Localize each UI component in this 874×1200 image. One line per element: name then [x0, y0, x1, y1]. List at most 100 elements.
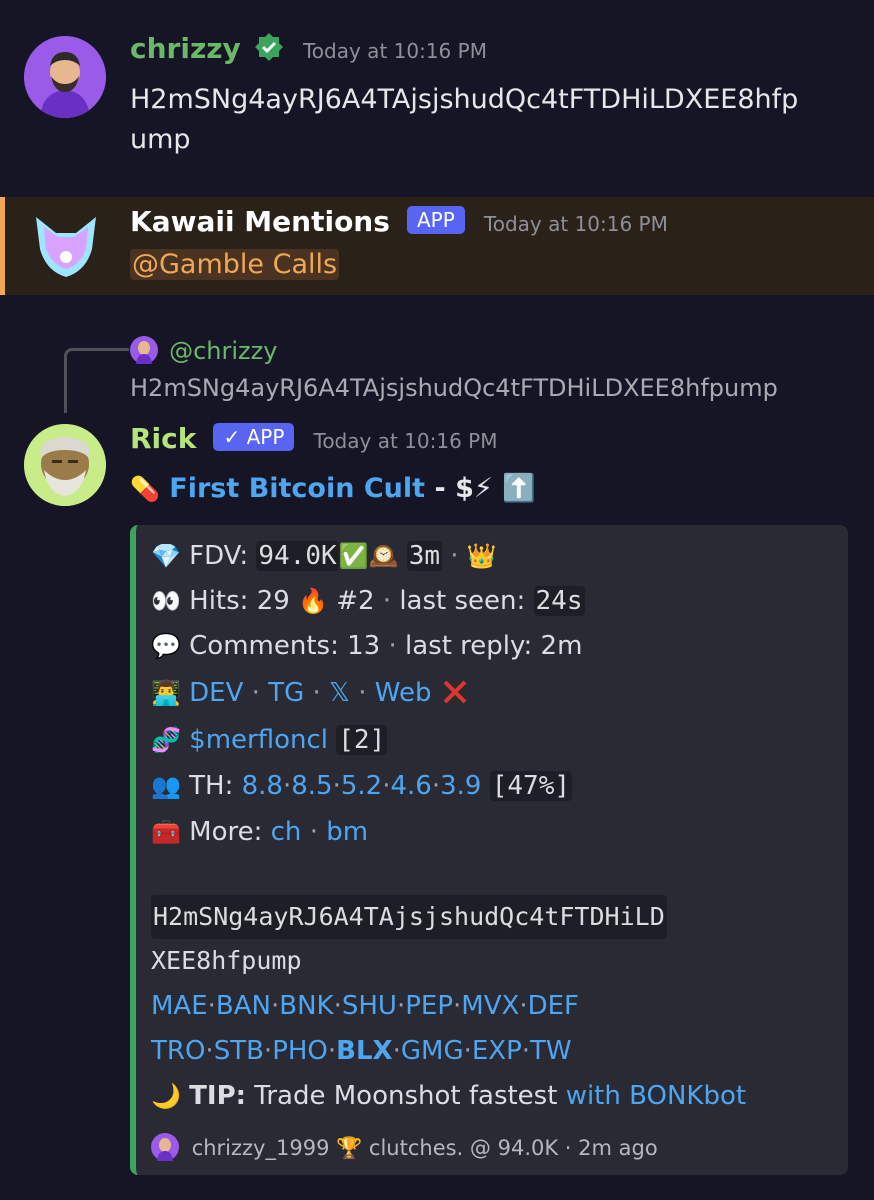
fdv-label: FDV:	[189, 541, 257, 571]
tip-line: 🌙 TIP: Trade Moonshot fastest with BONKb…	[151, 1081, 746, 1111]
th-value[interactable]: 8.8	[242, 771, 283, 801]
moon-icon: 🌙	[151, 1082, 181, 1110]
th-value[interactable]: 8.5	[291, 771, 332, 801]
pill-icon: 💊	[130, 475, 160, 503]
dna-icon: 🧬	[151, 726, 181, 754]
last-seen-label: last seen:	[399, 586, 534, 616]
last-reply: last reply: 2m	[405, 631, 583, 661]
app-badge: APP	[407, 206, 465, 234]
comments-count: Comments: 13	[189, 631, 381, 661]
more-link-ch[interactable]: ch	[271, 817, 302, 847]
bot-link[interactable]: MVX	[461, 991, 519, 1021]
bot-link[interactable]: SHU	[342, 991, 397, 1021]
bots-row-1: MAE·BAN·BNK·SHU·PEP·MVX·DEF	[151, 991, 579, 1021]
dev-link[interactable]: DEV	[189, 678, 243, 708]
separator: ·	[312, 678, 321, 708]
tip-link[interactable]: with BONKbot	[566, 1081, 746, 1111]
reply-avatar[interactable]	[130, 336, 158, 364]
separator: ·	[263, 1036, 273, 1066]
message-text-line: ump	[130, 124, 191, 155]
hits-line: 👀 Hits: 29 🔥 #2 · last seen: 24s	[151, 586, 585, 616]
kawaii-username[interactable]: Kawaii Mentions	[130, 205, 390, 238]
clock-icon: 🕰️	[368, 542, 399, 570]
role-mention[interactable]: @Gamble Calls	[130, 249, 340, 280]
separator: ·	[388, 631, 397, 661]
bot-link[interactable]: EXP	[472, 1036, 522, 1066]
comments-line: 💬 Comments: 13 · last reply: 2m	[151, 631, 582, 661]
kawaii-timestamp: Today at 10:16 PM	[483, 212, 668, 236]
user-avatar-icon	[24, 36, 106, 118]
contract-address[interactable]: H2mSNg4ayRJ6A4TAjsjshudQc4tFTDHiLD XEE8h…	[151, 895, 667, 983]
chrizzy-avatar[interactable]	[24, 36, 106, 118]
th-percent: [47%]	[489, 771, 573, 801]
th-label: TH:	[189, 771, 242, 801]
footer-avatar	[151, 1133, 179, 1161]
kawaii-avatar[interactable]	[30, 209, 102, 281]
separator: ·	[327, 1036, 337, 1066]
separator: ·	[251, 678, 260, 708]
separator: ·	[521, 1036, 531, 1066]
x-link[interactable]: 𝕏	[329, 678, 350, 708]
developer-icon: 👨‍💻	[151, 679, 181, 707]
reply-username[interactable]: @chrizzy	[169, 337, 277, 365]
separator: ·	[282, 771, 292, 801]
bot-link[interactable]: PEP	[405, 991, 453, 1021]
separator: ·	[309, 817, 318, 847]
hits-rank: #2	[336, 586, 375, 616]
user-avatar-icon	[136, 341, 152, 364]
embed-footer: chrizzy_1999 🏆 clutches. @ 94.0K · 2m ag…	[151, 1133, 658, 1161]
footer-text: chrizzy_1999 🏆 clutches. @ 94.0K · 2m ag…	[191, 1136, 658, 1160]
chrizzy-username[interactable]: chrizzy	[130, 32, 241, 65]
diamond-icon: 💎	[151, 542, 181, 570]
th-value[interactable]: 5.2	[341, 771, 382, 801]
separator: ·	[332, 771, 341, 801]
telegram-link[interactable]: TG	[268, 678, 304, 708]
bot-link[interactable]: BNK	[279, 991, 333, 1021]
verified-icon	[254, 33, 283, 61]
message-chrizzy: chrizzy Today at 10:16 PM H2mSNg4ayRJ6A4…	[0, 0, 874, 190]
separator: ·	[382, 586, 392, 616]
bot-link[interactable]: BAN	[216, 991, 271, 1021]
bot-link[interactable]: PHO	[272, 1036, 328, 1066]
ticker-line: 🧬 $merfloncl [2]	[151, 725, 388, 755]
check-icon: ✅	[338, 542, 369, 570]
people-icon: 👥	[151, 772, 181, 800]
bot-link[interactable]: GMG	[401, 1036, 464, 1066]
th-value[interactable]: 4.6	[391, 771, 432, 801]
rick-username[interactable]: Rick	[130, 422, 196, 455]
bot-link[interactable]: STB	[214, 1036, 264, 1066]
crown-icon: 👑	[466, 542, 497, 570]
tip-text: Trade Moonshot fastest	[246, 1081, 566, 1111]
bot-link[interactable]: TRO	[151, 1036, 205, 1066]
separator: ·	[396, 991, 406, 1021]
more-link-bm[interactable]: bm	[326, 817, 368, 847]
reply-preview-text[interactable]: H2mSNg4ayRJ6A4TAjsjshudQc4tFTDHiLDXEE8hf…	[130, 374, 778, 402]
fdv-line: 💎 FDV: 94.0K✅🕰️ 3m · 👑	[151, 541, 497, 571]
web-link[interactable]: Web	[375, 678, 432, 708]
separator: ·	[519, 991, 528, 1021]
rick-avatar[interactable]	[24, 424, 106, 506]
token-title-link[interactable]: First Bitcoin Cult	[169, 473, 425, 504]
token-embed: 💎 FDV: 94.0K✅🕰️ 3m · 👑 👀 Hits: 29 🔥 #2 ·…	[130, 525, 848, 1175]
bots-row-2: TRO·STB·PHO·BLX·GMG·EXP·TW	[151, 1036, 572, 1066]
separator: ·	[207, 991, 216, 1021]
user-avatar-icon	[157, 1138, 173, 1161]
separator: ·	[450, 541, 459, 571]
bot-link-bold[interactable]: BLX	[336, 1036, 392, 1066]
eyes-icon: 👀	[151, 587, 181, 615]
separator: ·	[358, 678, 367, 708]
bot-link[interactable]: DEF	[528, 991, 579, 1021]
separator: ·	[333, 991, 342, 1021]
bot-link[interactable]: TW	[530, 1036, 572, 1066]
th-value[interactable]: 3.9	[440, 771, 481, 801]
hits-label: Hits: 29	[189, 586, 299, 616]
tip-label: TIP:	[189, 1081, 247, 1111]
bot-link[interactable]: MAE	[151, 991, 208, 1021]
rick-title-line: 💊 First Bitcoin Cult - $⚡ ⬆️	[130, 472, 536, 504]
chrizzy-message-text: H2mSNg4ayRJ6A4TAjsjshudQc4tFTDHiLDXEE8hf…	[130, 80, 798, 160]
chrizzy-timestamp: Today at 10:16 PM	[302, 39, 487, 63]
ticker-link[interactable]: $merfloncl	[189, 725, 328, 755]
reply-spine	[64, 348, 129, 413]
separator: ·	[205, 1036, 214, 1066]
links-line: 👨‍💻 DEV · TG · 𝕏 · Web	[151, 677, 470, 708]
